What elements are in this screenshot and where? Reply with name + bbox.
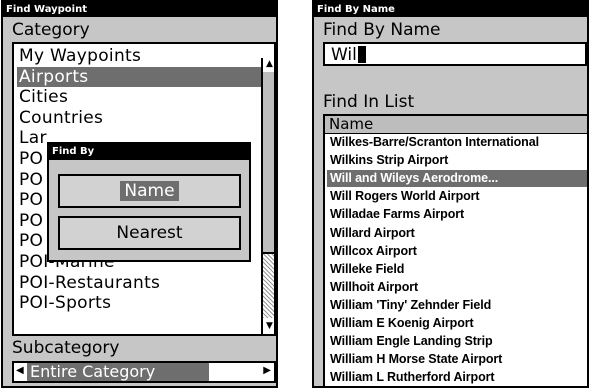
scroll-down-icon[interactable]: ▼ — [263, 320, 274, 333]
scrollbar-thumb[interactable] — [263, 72, 274, 254]
find-by-name-screen: Find By Name Find By Name Wil Find In Li… — [312, 0, 589, 388]
category-item[interactable]: POI-Sports — [19, 293, 111, 313]
category-item[interactable]: PO — [19, 170, 43, 190]
category-scrollbar[interactable]: ▲ ▼ — [261, 58, 274, 334]
subcategory-selector[interactable]: ◀ Entire Category ▶ — [12, 361, 276, 383]
result-item[interactable]: Willeke Field — [327, 261, 587, 278]
window-title: Find By Name — [314, 2, 587, 17]
find-in-list-heading: Find In List — [323, 92, 415, 112]
text-cursor — [357, 46, 366, 63]
result-item[interactable]: Will and Wileys Aerodrome... — [327, 170, 587, 188]
name-search-value: Wil — [331, 45, 366, 65]
category-item[interactable]: Lar — [19, 128, 47, 148]
arrow-left-icon[interactable]: ◀ — [16, 365, 24, 376]
result-item[interactable]: Willhoit Airport — [327, 279, 587, 296]
category-item[interactable]: Cities — [19, 87, 68, 107]
nearest-button[interactable]: Nearest — [58, 216, 241, 250]
find-waypoint-screen: Find Waypoint Category My Waypoints Airpo… — [1, 0, 278, 388]
find-by-dialog: Find By Name Nearest — [47, 142, 251, 262]
result-item[interactable]: Willard Airport — [327, 225, 587, 242]
find-by-name-heading: Find By Name — [323, 20, 441, 40]
category-item[interactable]: POI-Restaurants — [19, 273, 160, 293]
column-header-name[interactable]: Name — [325, 116, 587, 134]
result-item[interactable]: Wilkins Strip Airport — [327, 152, 587, 169]
scrollbar-track[interactable] — [263, 254, 274, 318]
category-item[interactable]: PO — [19, 211, 43, 231]
result-item[interactable]: William H Morse State Airport — [327, 351, 587, 368]
category-item[interactable]: My Waypoints — [19, 46, 141, 66]
name-button-label: Name — [120, 181, 179, 201]
result-item[interactable]: William Engle Landing Strip — [327, 333, 587, 350]
dialog-title: Find By — [49, 144, 249, 160]
name-search-input[interactable]: Wil — [323, 42, 587, 66]
subcategory-heading: Subcategory — [12, 338, 120, 358]
result-item[interactable]: Willadae Farms Airport — [327, 206, 587, 223]
result-item[interactable]: Wilkes-Barre/Scranton International — [327, 134, 587, 151]
category-item[interactable]: Airports — [17, 66, 261, 87]
category-item[interactable]: PO — [19, 231, 43, 251]
category-item[interactable]: PO — [19, 149, 43, 169]
result-item[interactable]: William L Rutherford Airport — [327, 369, 587, 386]
arrow-right-icon[interactable]: ▶ — [263, 365, 271, 376]
subcategory-value[interactable]: Entire Category — [27, 363, 209, 381]
category-heading: Category — [12, 20, 90, 40]
category-item[interactable]: Countries — [19, 108, 103, 128]
result-item[interactable]: William 'Tiny' Zehnder Field — [327, 297, 587, 314]
scroll-up-icon[interactable]: ▲ — [263, 58, 274, 71]
results-list[interactable]: Name Wilkes-Barre/Scranton International… — [323, 114, 587, 386]
window-title: Find Waypoint — [3, 2, 276, 17]
result-item[interactable]: Will Rogers World Airport — [327, 188, 587, 205]
result-item[interactable]: Willcox Airport — [327, 243, 587, 260]
name-button[interactable]: Name — [58, 174, 241, 208]
result-item[interactable]: William E Koenig Airport — [327, 315, 587, 332]
category-item[interactable]: PO — [19, 190, 43, 210]
search-text: Wil — [331, 45, 357, 65]
